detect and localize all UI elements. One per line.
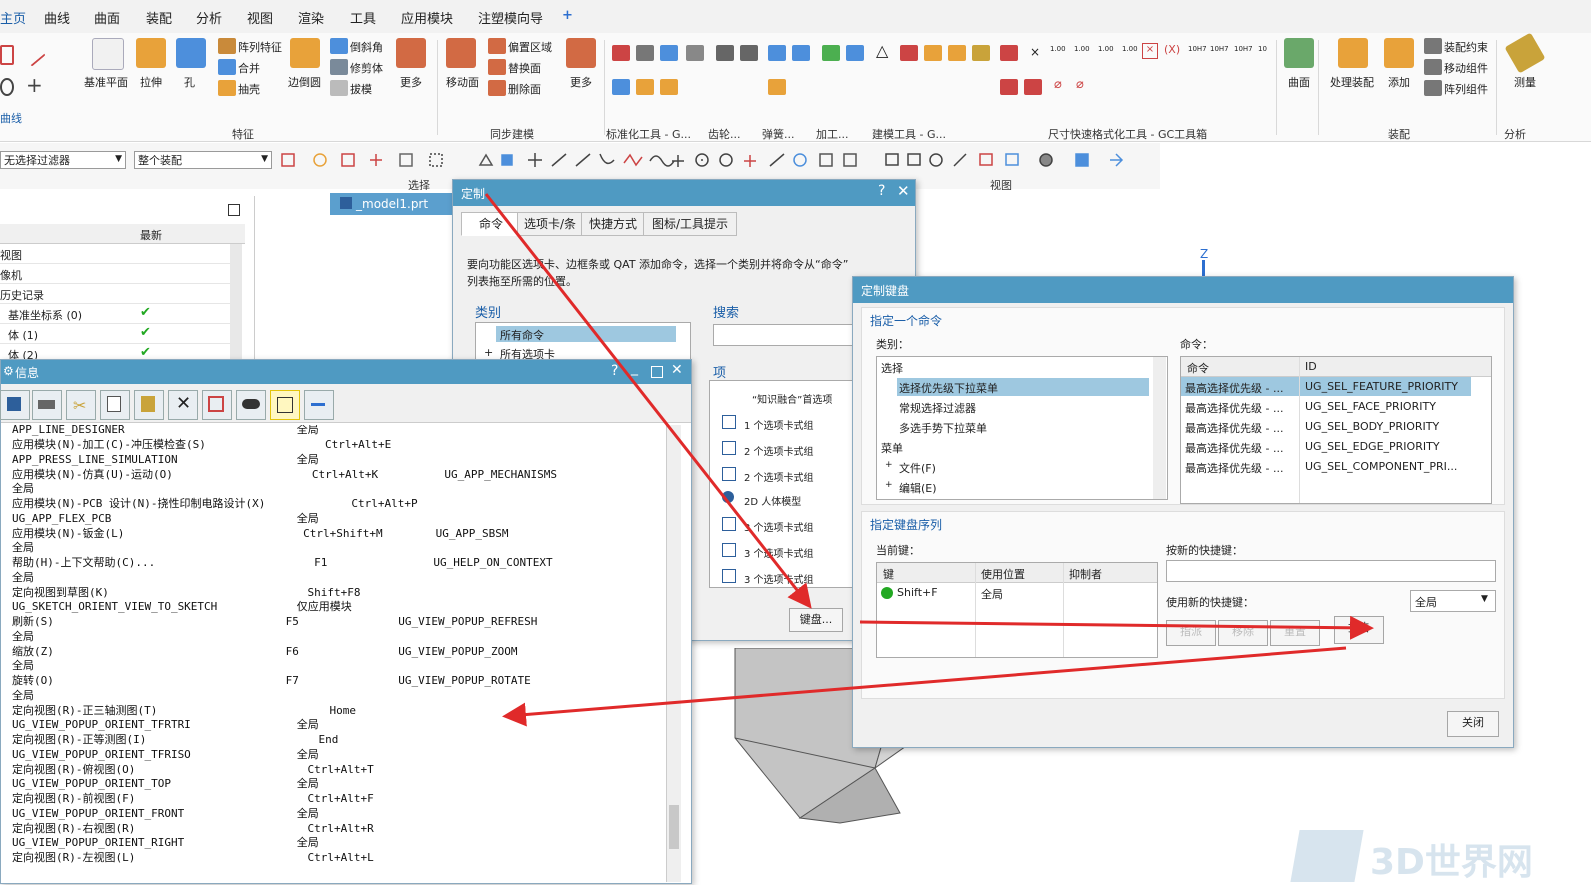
arrow-to-report-button xyxy=(859,615,1374,640)
arrow-to-keyboard-button xyxy=(484,193,812,609)
arrow-to-info-window xyxy=(502,646,1347,727)
annotation-arrows xyxy=(484,193,1374,727)
